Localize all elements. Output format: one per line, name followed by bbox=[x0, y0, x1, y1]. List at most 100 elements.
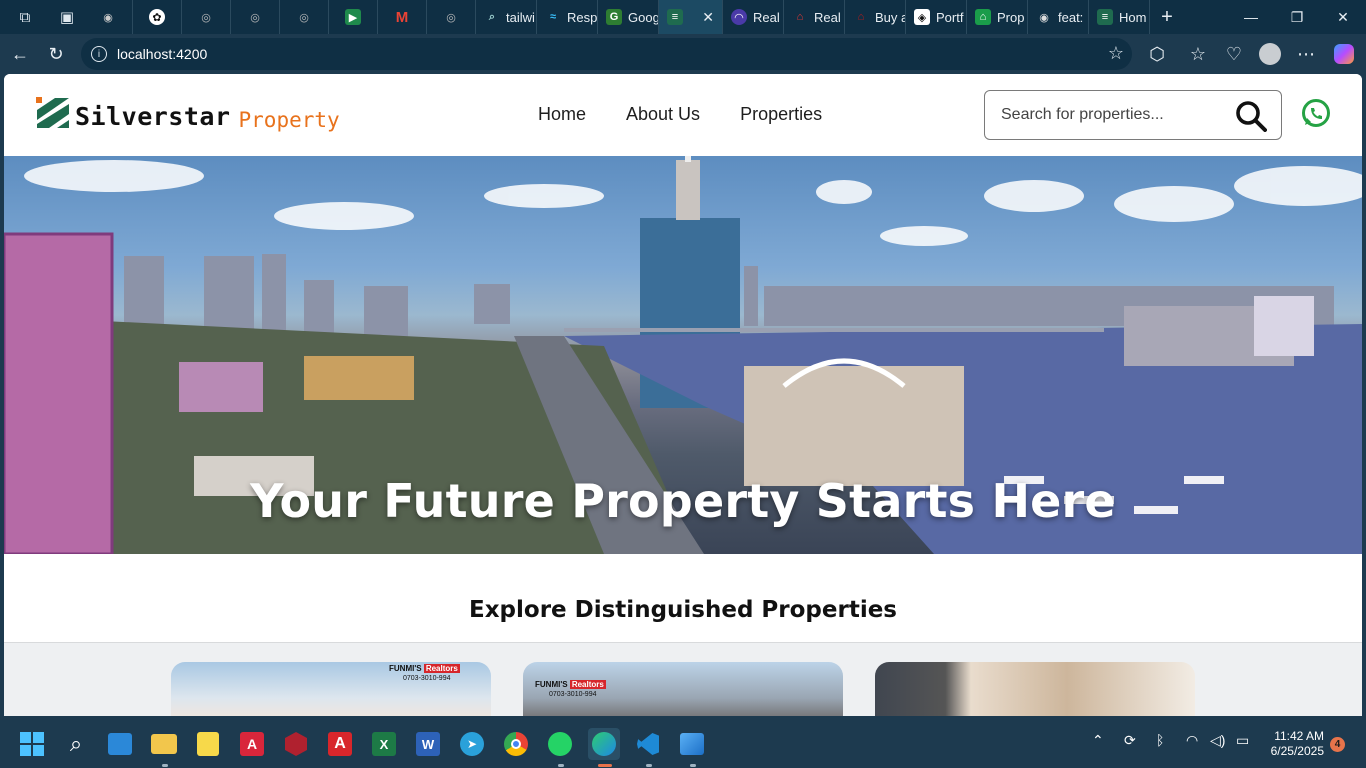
browser-tab[interactable]: M bbox=[378, 0, 427, 34]
site-icon: ⌂ bbox=[857, 11, 865, 23]
copilot-icon[interactable] bbox=[1328, 38, 1360, 70]
profile-avatar[interactable] bbox=[1254, 38, 1286, 70]
browser-tab[interactable]: ◎ bbox=[427, 0, 476, 34]
word-icon[interactable]: W bbox=[412, 728, 444, 760]
realtor-name: FUNMI'S bbox=[535, 680, 568, 689]
edge-icon[interactable] bbox=[588, 728, 620, 760]
tab-actions-icon[interactable]: ▣ bbox=[50, 0, 84, 34]
whatsapp-icon[interactable] bbox=[1300, 98, 1332, 130]
excel-icon[interactable]: X bbox=[368, 728, 400, 760]
vscode-icon[interactable] bbox=[632, 728, 664, 760]
search-input[interactable] bbox=[1001, 106, 1221, 124]
globe-icon: ◎ bbox=[299, 11, 309, 24]
nav-home-link[interactable]: Home bbox=[538, 104, 586, 125]
sync-icon[interactable]: ⟳ bbox=[1124, 732, 1136, 749]
more-menu-icon[interactable]: ⋯ bbox=[1290, 38, 1322, 70]
logo-wordmark-secondary: Property bbox=[238, 108, 340, 132]
file-explorer-icon[interactable] bbox=[148, 728, 180, 760]
browser-tab[interactable]: ◎ bbox=[231, 0, 280, 34]
revit-icon[interactable] bbox=[280, 728, 312, 760]
acrobat-icon[interactable]: A bbox=[324, 728, 356, 760]
realtor-badge: FUNMI'S Realtors 0703-3010-994 bbox=[535, 680, 606, 698]
extensions-icon[interactable]: ⬡ bbox=[1141, 38, 1173, 70]
browser-tab[interactable]: ◎ bbox=[182, 0, 231, 34]
browser-tab[interactable]: ⌕ tailwi bbox=[476, 0, 537, 34]
browser-tab[interactable]: ◠ Real bbox=[723, 0, 784, 34]
browser-tab[interactable]: G Goog bbox=[598, 0, 659, 34]
refresh-icon[interactable]: ↻ bbox=[40, 38, 72, 70]
nav-about-link[interactable]: About Us bbox=[626, 104, 700, 125]
battery-icon[interactable]: ▭ bbox=[1236, 732, 1249, 749]
address-text: localhost:4200 bbox=[117, 46, 208, 62]
bluetooth-icon[interactable]: ᛒ bbox=[1156, 732, 1164, 748]
nav-properties-link[interactable]: Properties bbox=[740, 104, 822, 125]
favorites-icon[interactable]: ☆ bbox=[1182, 38, 1214, 70]
chevron-up-icon[interactable]: ⌃ bbox=[1092, 732, 1104, 749]
start-icon[interactable] bbox=[16, 728, 48, 760]
browser-tab[interactable]: ▶ bbox=[329, 0, 378, 34]
realtor-tag: Realtors bbox=[569, 680, 606, 689]
browser-tab[interactable]: ◈ Portf bbox=[906, 0, 967, 34]
running-indicator bbox=[558, 764, 564, 767]
microsoft-store-icon[interactable] bbox=[104, 728, 136, 760]
browser-tab[interactable]: ⌂ Buy a bbox=[845, 0, 906, 34]
browser-tab[interactable]: ≈ Resp bbox=[537, 0, 598, 34]
browser-tab[interactable]: ≡ Hom bbox=[1089, 0, 1150, 34]
browser-tab[interactable]: ✿ bbox=[133, 0, 182, 34]
photos-icon[interactable] bbox=[676, 728, 708, 760]
new-tab-icon[interactable]: + bbox=[1150, 6, 1184, 29]
site-header: Silverstar Property Home About Us Proper… bbox=[4, 74, 1362, 156]
tab-label: tailwi bbox=[506, 9, 535, 25]
browser-tab[interactable]: ◉ bbox=[84, 0, 133, 34]
site-info-icon[interactable]: i bbox=[91, 46, 107, 62]
favorite-star-icon[interactable]: ☆ bbox=[1108, 43, 1124, 64]
wifi-icon[interactable]: ◠ bbox=[1186, 732, 1198, 749]
search-icon[interactable] bbox=[1235, 100, 1267, 132]
realtor-phone: 0703-3010-994 bbox=[403, 675, 451, 682]
tab-label: Buy a bbox=[875, 9, 906, 25]
property-card[interactable]: FUNMI'S Realtors 0703-3010-994 bbox=[523, 662, 843, 716]
property-card[interactable] bbox=[875, 662, 1195, 716]
hero-banner: Your Future Property Starts Here bbox=[4, 156, 1362, 554]
system-clock[interactable]: 11:42 AM 6/25/2025 bbox=[1262, 729, 1324, 759]
notification-badge[interactable]: 4 bbox=[1330, 737, 1345, 752]
tab-label: Portf bbox=[936, 9, 964, 25]
notes-app-icon[interactable] bbox=[192, 728, 224, 760]
property-card[interactable]: FUNMI'S Realtors 0703-3010-994 bbox=[171, 662, 491, 716]
autocad-icon[interactable]: A bbox=[236, 728, 268, 760]
clock-date: 6/25/2025 bbox=[1270, 744, 1324, 758]
browser-tab[interactable]: ◉ feat: bbox=[1028, 0, 1089, 34]
github-icon: ◉ bbox=[103, 11, 113, 24]
back-arrow-icon[interactable]: ← bbox=[4, 38, 36, 70]
browser-tab[interactable]: ◎ bbox=[280, 0, 329, 34]
address-bar[interactable]: i localhost:4200 ☆ bbox=[81, 38, 1132, 70]
home-icon: ⌂ bbox=[975, 9, 991, 25]
openai-icon: ✿ bbox=[149, 9, 165, 25]
windows-taskbar: ⌕ A A X W ➤ ⌃ ⟳ ᛒ ◠ ◁) ▭ 11:42 AM 6/25/2… bbox=[0, 720, 1366, 768]
volume-icon[interactable]: ◁) bbox=[1210, 732, 1225, 749]
browser-tab-active[interactable]: ≡ ✕ bbox=[659, 0, 723, 34]
browser-tab[interactable]: ⌂ Prop bbox=[967, 0, 1028, 34]
workspaces-icon[interactable]: ⧉ bbox=[0, 0, 50, 34]
globe-icon: ◎ bbox=[250, 11, 260, 24]
chrome-icon[interactable] bbox=[500, 728, 532, 760]
close-window-icon[interactable]: ✕ bbox=[1320, 0, 1366, 34]
running-indicator bbox=[598, 764, 612, 767]
close-tab-icon[interactable]: ✕ bbox=[702, 9, 714, 26]
globe-icon: ◎ bbox=[446, 11, 456, 24]
minimize-icon[interactable]: — bbox=[1228, 0, 1274, 34]
running-indicator bbox=[690, 764, 696, 767]
site-icon: ⌂ bbox=[796, 11, 804, 23]
main-nav: Home About Us Properties bbox=[538, 104, 822, 125]
site-icon: ◠ bbox=[731, 9, 747, 25]
search-icon[interactable]: ⌕ bbox=[60, 728, 92, 760]
telegram-icon[interactable]: ➤ bbox=[456, 728, 488, 760]
tab-label: Real bbox=[753, 9, 780, 25]
site-logo[interactable]: Silverstar Property bbox=[35, 96, 340, 132]
browser-essentials-icon[interactable]: ♡ bbox=[1218, 38, 1250, 70]
github-icon: ◉ bbox=[1039, 11, 1049, 24]
browser-tab[interactable]: ⌂ Real bbox=[784, 0, 845, 34]
whatsapp-icon[interactable] bbox=[544, 728, 576, 760]
restore-icon[interactable]: ❐ bbox=[1274, 0, 1320, 34]
search-icon: ⌕ bbox=[488, 10, 496, 23]
